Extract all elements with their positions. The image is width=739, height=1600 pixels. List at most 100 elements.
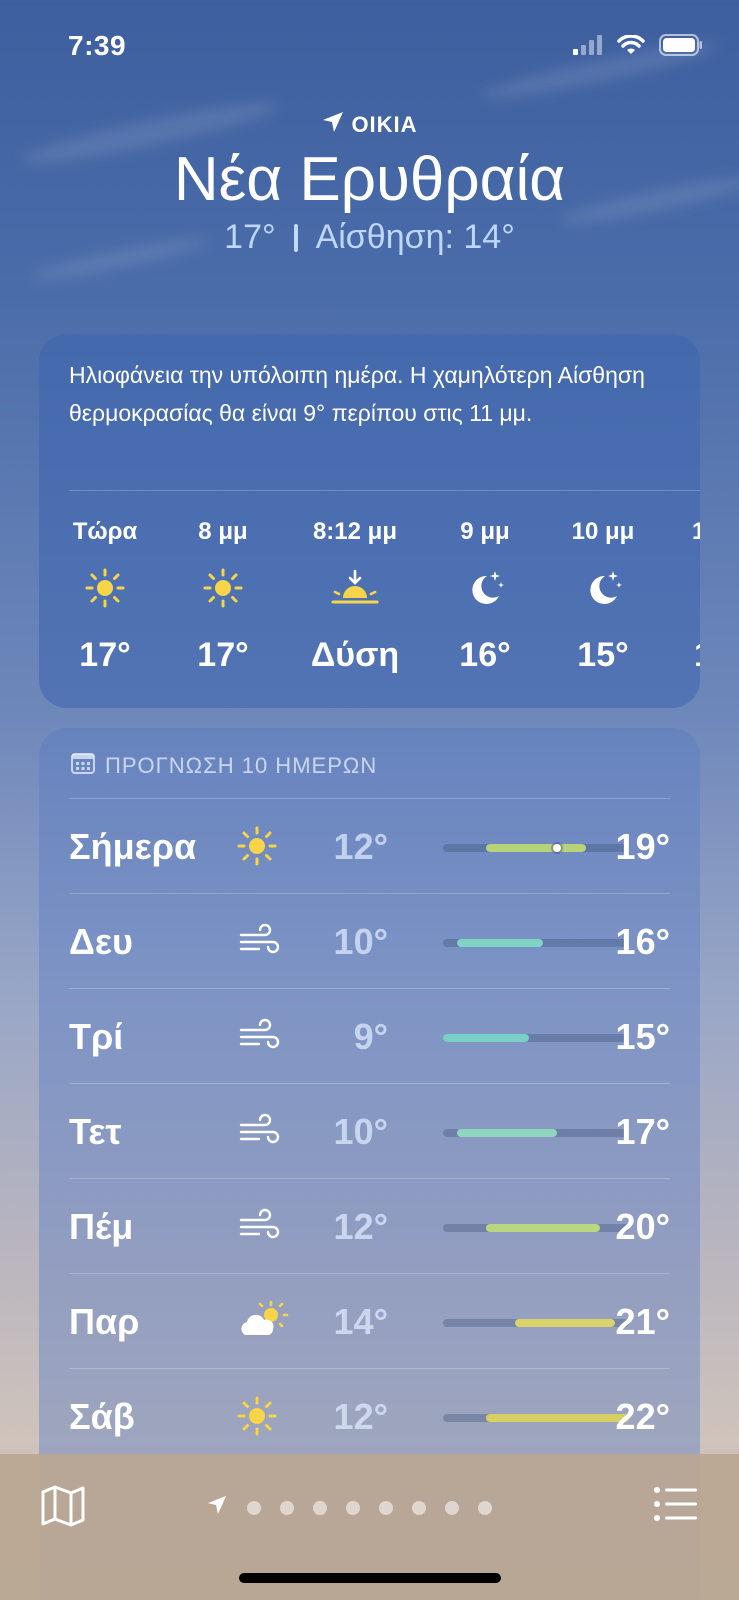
day-low: 14°	[333, 1301, 388, 1342]
day-high: 21°	[615, 1301, 670, 1342]
battery-icon	[659, 34, 703, 61]
temp-range-fill	[485, 1414, 629, 1422]
forecast-row[interactable]: Παρ 14° 21°	[69, 1273, 670, 1368]
row-divider	[69, 893, 670, 894]
day-name: Παρ	[69, 1301, 140, 1342]
wifi-icon	[617, 34, 645, 60]
page-dot[interactable]	[412, 1500, 426, 1515]
hour-label: Τώρα	[72, 518, 138, 545]
page-dot[interactable]	[478, 1500, 492, 1515]
page-dot[interactable]	[313, 1500, 327, 1515]
moon-stars-icon	[465, 568, 505, 608]
page-indicator[interactable]	[206, 1494, 492, 1521]
page-dot[interactable]	[379, 1500, 393, 1515]
day-low: 10°	[333, 921, 388, 962]
separator	[293, 223, 298, 252]
wind-icon	[237, 921, 281, 961]
location-arrow-icon	[321, 110, 345, 140]
temp-range-fill	[485, 1224, 601, 1232]
row-divider	[69, 1273, 670, 1274]
temp-range-fill	[443, 1034, 529, 1042]
day-name: Πέμ	[69, 1206, 134, 1247]
page-dot[interactable]	[280, 1500, 294, 1515]
sunset-icon	[329, 568, 381, 608]
location-header: ΟΙΚΙΑ Νέα Ερυθραία 17° Αίσθηση: 14°	[0, 110, 739, 257]
location-tag-label: ΟΙΚΙΑ	[351, 112, 418, 137]
row-divider	[69, 798, 670, 799]
moon-stars-icon	[583, 568, 623, 608]
temp-range-bar	[443, 1129, 629, 1137]
temp-range-fill	[485, 844, 587, 852]
calendar-icon	[71, 752, 95, 780]
temp-range-bar	[443, 1414, 629, 1422]
locations-list-button[interactable]	[653, 1484, 699, 1524]
map-button[interactable]	[40, 1484, 86, 1528]
feels-like: Αίσθηση: 14°	[315, 218, 515, 256]
page-dot[interactable]	[445, 1500, 459, 1515]
location-arrow-icon[interactable]	[206, 1494, 228, 1521]
cellular-signal-icon	[573, 35, 603, 60]
sun-icon	[203, 568, 243, 608]
temp-range-fill	[457, 1129, 558, 1137]
forecast-header-label: ΠΡΟΓΝΩΣΗ 10 ΗΜΕΡΩΝ	[105, 753, 378, 778]
day-low: 12°	[333, 1396, 388, 1437]
forecast-row[interactable]: Δευ 10° 16°	[69, 893, 670, 988]
city-name: Νέα Ερυθραία	[173, 145, 566, 214]
day-high: 20°	[615, 1206, 670, 1247]
row-divider	[69, 988, 670, 989]
day-low: 12°	[333, 826, 388, 867]
wind-icon	[237, 1206, 281, 1246]
row-divider	[69, 1368, 670, 1369]
hour-label: 8 μμ	[198, 518, 248, 545]
hour-label: 1	[692, 518, 700, 545]
sun-icon	[237, 1396, 281, 1436]
hour-temp: 16°	[459, 636, 511, 674]
day-name: Τρί	[69, 1016, 124, 1057]
temp-range-fill	[514, 1319, 615, 1327]
forecast-header: ΠΡΟΓΝΩΣΗ 10 ΗΜΕΡΩΝ	[71, 752, 377, 780]
day-low: 12°	[333, 1206, 388, 1247]
row-divider	[69, 1083, 670, 1084]
hour-temp: 15°	[577, 636, 629, 674]
sun-icon	[85, 568, 125, 608]
temp-range-bar	[443, 844, 629, 852]
list-icon	[653, 1487, 699, 1528]
partly-sunny-icon	[235, 1300, 291, 1341]
hour-temp: 1	[694, 636, 700, 675]
map-icon	[40, 1485, 86, 1532]
hour-label: 8:12 μμ	[312, 518, 398, 545]
temp-range-bar	[443, 1319, 629, 1327]
forecast-row[interactable]: Τρί 9° 15°	[69, 988, 670, 1083]
day-low: 10°	[333, 1111, 388, 1152]
temp-range-bar	[443, 1224, 629, 1232]
home-indicator	[239, 1573, 501, 1583]
day-high: 16°	[615, 921, 670, 962]
status-bar: 7:39	[0, 0, 739, 96]
status-icons	[573, 34, 703, 61]
day-high: 15°	[615, 1016, 670, 1057]
row-divider	[69, 1178, 670, 1179]
temp-range-bar	[443, 1034, 629, 1042]
hour-label: 9 μμ	[460, 518, 510, 545]
current-temp: 17°	[224, 218, 276, 256]
weather-summary: Ηλιοφάνεια την υπόλοιπη ημέρα. Η χαμηλότ…	[69, 362, 645, 426]
day-name: Τετ	[69, 1111, 122, 1152]
hour-item-clipped: 1 1	[690, 518, 700, 678]
temp-range-bar	[443, 939, 629, 947]
wind-icon	[237, 1111, 281, 1151]
divider	[69, 490, 700, 491]
forecast-row[interactable]: Σάβ 12° 22°	[69, 1368, 670, 1463]
hour-temp: Δύση	[310, 636, 400, 674]
bottom-toolbar	[0, 1454, 739, 1600]
day-high: 22°	[615, 1396, 670, 1437]
day-low: 9°	[353, 1016, 388, 1057]
page-dot[interactable]	[346, 1500, 360, 1515]
page-dot[interactable]	[247, 1500, 261, 1515]
forecast-row[interactable]: Τετ 10° 17°	[69, 1083, 670, 1178]
hour-temp: 17°	[79, 636, 131, 674]
temp-range-fill	[457, 939, 544, 947]
hour-label: 10 μμ	[571, 518, 635, 545]
forecast-row[interactable]: Σήμερα 12° 19°	[69, 798, 670, 893]
wind-icon	[237, 1016, 281, 1056]
forecast-row[interactable]: Πέμ 12° 20°	[69, 1178, 670, 1273]
